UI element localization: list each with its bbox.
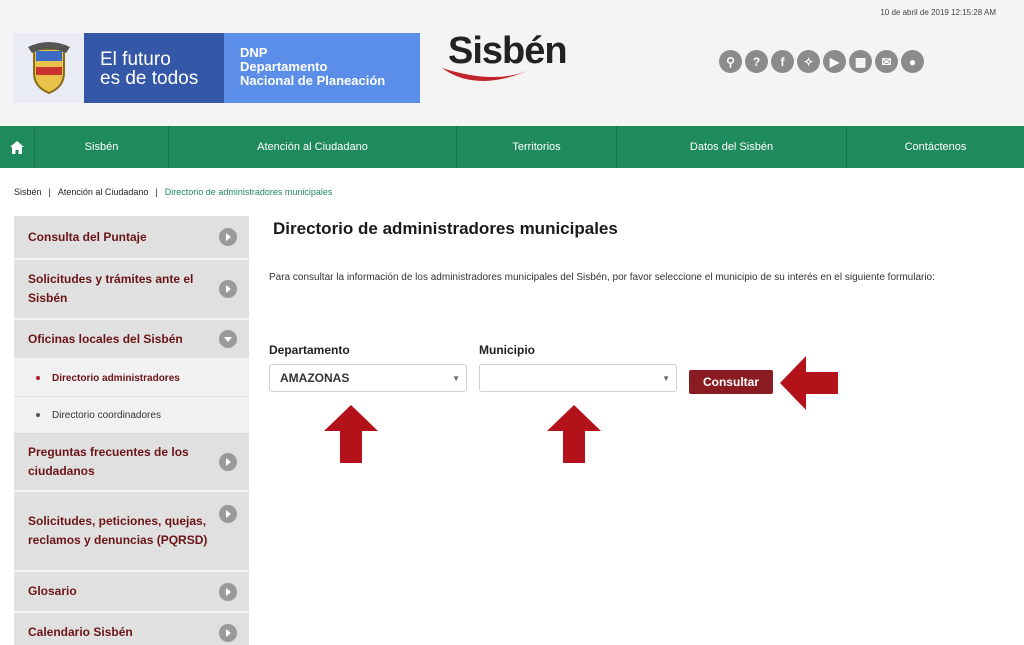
chevron-down-icon <box>219 330 237 348</box>
departamento-selected-value: AMAZONAS <box>280 371 350 385</box>
chevron-right-icon <box>219 453 237 471</box>
sidebar-item-oficinas-locales[interactable]: Oficinas locales del Sisbén <box>14 320 249 360</box>
departamento-select[interactable]: AMAZONAS ▼ <box>269 364 467 392</box>
gov-slogan: El futuro es de todos <box>84 33 224 103</box>
sidebar-item-consulta-puntaje[interactable]: Consulta del Puntaje <box>14 216 249 260</box>
sidebar-item-label: Glosario <box>28 584 77 598</box>
sisben-logo-text: Sisbén <box>448 30 568 72</box>
bullet-icon <box>36 413 40 417</box>
dnp-line1: Departamento <box>240 59 328 74</box>
nav-item-sisben[interactable]: Sisbén <box>34 126 168 168</box>
sidebar-item-label: Solicitudes, peticiones, quejas, reclamo… <box>28 514 208 547</box>
site-header: 10 de abril de 2019 12:15:28 AM El futur… <box>0 0 1024 126</box>
nav-item-datos-sisben[interactable]: Datos del Sisbén <box>616 126 846 168</box>
bullet-icon <box>36 376 40 380</box>
dnp-line2: Nacional de Planeación <box>240 73 386 88</box>
social-icons: ⚲ ? f ✧ ▶ ▦ ✉ ● <box>719 50 924 73</box>
breadcrumb-atencion[interactable]: Atención al Ciudadano <box>58 187 149 197</box>
breadcrumb: Sisbén | Atención al Ciudadano | Directorio … <box>14 187 333 197</box>
sidebar-item-glosario[interactable]: Glosario <box>14 572 249 613</box>
dropdown-caret-icon: ▼ <box>662 374 670 383</box>
sidebar-item-label: Oficinas locales del Sisbén <box>28 331 183 346</box>
community-icon[interactable]: ● <box>901 50 924 73</box>
sidebar-item-label: Consulta del Puntaje <box>28 229 147 244</box>
sidebar-item-label: Solicitudes y trámites ante el Sisbén <box>28 272 194 305</box>
facebook-icon[interactable]: f <box>771 50 794 73</box>
sitemap-icon[interactable]: ▦ <box>849 50 872 73</box>
help-icon[interactable]: ? <box>745 50 768 73</box>
main-nav: Sisbén Atención al Ciudadano Territorios… <box>0 126 1024 168</box>
sidebar-subitem-directorio-administradores[interactable]: Directorio administradores <box>14 360 249 397</box>
sidebar-item-solicitudes-tramites[interactable]: Solicitudes y trámites ante el Sisbén <box>14 260 249 320</box>
timestamp: 10 de abril de 2019 12:15:28 AM <box>880 8 996 17</box>
up-arrow-annotation-icon <box>324 405 378 463</box>
sidebar-menu: Consulta del Puntaje Solicitudes y trámi… <box>14 216 249 645</box>
chevron-right-icon <box>219 228 237 246</box>
chevron-right-icon <box>219 280 237 298</box>
page-title: Directorio de administradores municipale… <box>273 219 618 238</box>
chevron-right-icon <box>219 623 237 642</box>
sidebar-item-calendario[interactable]: Calendario Sisbén <box>14 613 249 645</box>
chevron-right-icon <box>219 505 237 523</box>
sidebar-item-pqrsd[interactable]: Solicitudes, peticiones, quejas, reclamo… <box>14 492 249 572</box>
sidebar-subitem-label: Directorio administradores <box>52 372 180 384</box>
nav-item-territorios[interactable]: Territorios <box>456 126 616 168</box>
government-logo-banner[interactable]: El futuro es de todos DNP Departamento N… <box>14 33 420 103</box>
twitter-icon[interactable]: ✧ <box>797 50 820 73</box>
departamento-label: Departamento <box>269 343 350 357</box>
sidebar-subitem-directorio-coordinadores[interactable]: Directorio coordinadores <box>14 397 249 434</box>
consultar-button[interactable]: Consultar <box>689 370 773 394</box>
left-arrow-annotation-icon <box>780 356 838 410</box>
mail-icon[interactable]: ✉ <box>875 50 898 73</box>
up-arrow-annotation-icon <box>547 405 601 463</box>
sidebar-item-preguntas-frecuentes[interactable]: Preguntas frecuentes de los ciudadanos <box>14 434 249 492</box>
sidebar-item-label: Preguntas frecuentes de los ciudadanos <box>28 445 189 478</box>
sisben-logo[interactable]: Sisbén <box>438 28 568 90</box>
gov-slogan-line1: El futuro <box>100 49 171 70</box>
dnp-abbr: DNP <box>240 45 268 60</box>
home-icon[interactable] <box>0 126 34 168</box>
dnp-logo: DNP Departamento Nacional de Planeación <box>224 33 420 103</box>
search-icon[interactable]: ⚲ <box>719 50 742 73</box>
youtube-icon[interactable]: ▶ <box>823 50 846 73</box>
intro-text: Para consultar la información de los adm… <box>269 272 935 283</box>
nav-item-contactenos[interactable]: Contáctenos <box>846 126 1024 168</box>
gov-slogan-line2: es de todos <box>100 68 199 89</box>
breadcrumb-current: Directorio de administradores municipale… <box>164 187 333 197</box>
sidebar-subitem-label: Directorio coordinadores <box>52 409 161 421</box>
sidebar-item-label: Calendario Sisbén <box>28 625 133 639</box>
municipio-label: Municipio <box>479 343 535 357</box>
coat-of-arms-icon <box>14 33 84 103</box>
breadcrumb-sisben[interactable]: Sisbén <box>14 187 42 197</box>
municipio-select[interactable]: ▼ <box>479 364 677 392</box>
dropdown-caret-icon: ▼ <box>452 374 460 383</box>
nav-item-atencion-ciudadano[interactable]: Atención al Ciudadano <box>168 126 456 168</box>
chevron-right-icon <box>219 582 237 601</box>
